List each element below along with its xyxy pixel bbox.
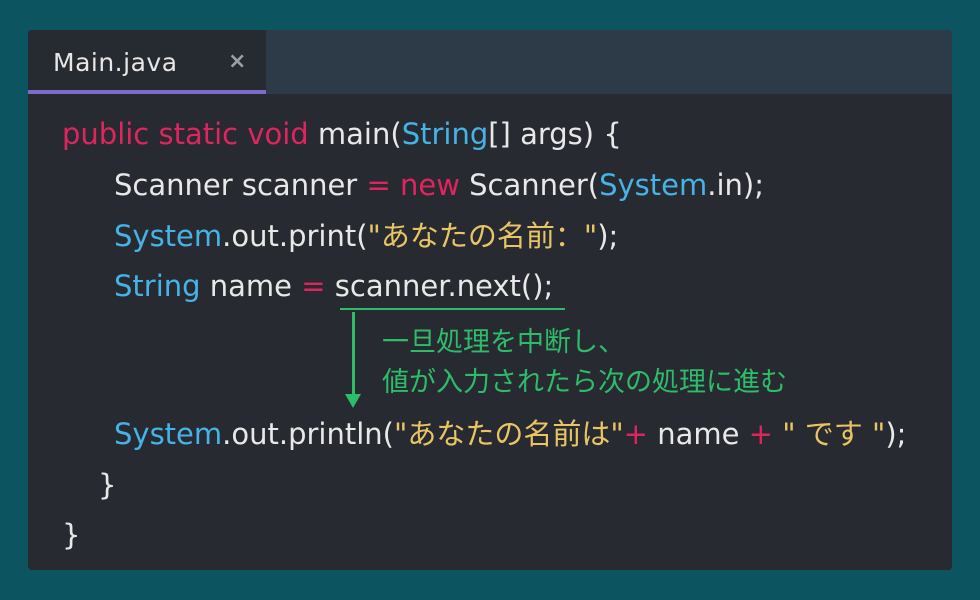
editor-window: Main.java × public static void main(Stri… — [28, 30, 952, 570]
string-literal: "あなたの名前は" — [393, 417, 624, 451]
code-text: scanner.next(); — [325, 269, 554, 303]
keyword: new — [399, 168, 460, 202]
code-line-6: } — [98, 468, 117, 502]
code-line-7: } — [62, 518, 81, 552]
code-text: ); — [885, 417, 907, 451]
down-arrow-shaft — [352, 312, 355, 396]
operator: + — [623, 417, 648, 451]
code-line-3: System.out.print("あなたの名前："); — [114, 211, 618, 261]
class-name: String — [401, 117, 489, 151]
code-text: .out.println( — [222, 417, 394, 451]
code-line-5: System.out.println("あなたの名前は"+ name + " で… — [114, 409, 906, 459]
highlight-underline — [340, 308, 565, 310]
tab-bar: Main.java × — [28, 30, 952, 94]
close-icon[interactable]: × — [228, 49, 246, 74]
class-name: System — [114, 417, 223, 451]
operator: = — [366, 168, 391, 202]
string-literal: " です " — [782, 417, 886, 451]
down-arrow-icon — [345, 394, 361, 408]
code-text: Scanner( — [459, 168, 600, 202]
code-text: [] args) { — [488, 117, 622, 151]
code-text: name — [647, 417, 749, 451]
string-literal: "あなたの名前：" — [367, 219, 598, 253]
tab-label: Main.java — [53, 48, 178, 77]
code-line-2: Scanner scanner = new Scanner(System.in)… — [114, 160, 764, 210]
keyword: public static void — [62, 117, 309, 151]
code-text: .in); — [707, 168, 765, 202]
code-text: Scanner scanner — [114, 168, 367, 202]
operator: = — [301, 269, 326, 303]
annotation-line-2: 値が入力されたら次の処理に進む — [382, 367, 787, 398]
code-line-1: public static void main(String[] args) { — [62, 109, 622, 159]
code-text: name — [200, 269, 302, 303]
class-name: System — [114, 219, 223, 253]
operator: + — [748, 417, 773, 451]
code-text: ); — [597, 219, 619, 253]
code-text: .out.print( — [222, 219, 368, 253]
code-text: main( — [308, 117, 402, 151]
code-line-4: String name = scanner.next(); — [114, 261, 553, 311]
tab-main-java[interactable]: Main.java × — [28, 30, 266, 94]
class-name: System — [599, 168, 708, 202]
class-name: String — [114, 269, 201, 303]
annotation-line-1: 一旦処理を中断し、 — [382, 327, 625, 358]
